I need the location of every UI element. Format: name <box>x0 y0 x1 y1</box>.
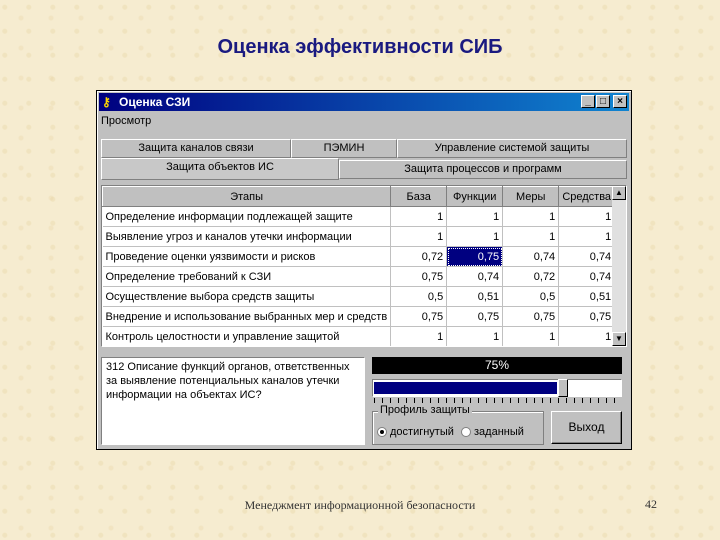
column-header-tools[interactable]: Средства <box>558 186 616 207</box>
table-row[interactable]: Контроль целостности и управление защито… <box>102 326 616 346</box>
slide-title: Оценка эффективности СИБ <box>217 36 503 58</box>
tab-process-protection[interactable]: Защита процессов и программ <box>339 160 627 179</box>
value-cell[interactable]: 1 <box>502 226 560 247</box>
value-cell[interactable]: 1 <box>446 326 504 346</box>
stage-cell[interactable]: Проведение оценки уязвимости и рисков <box>102 246 392 267</box>
radio-achieved-label: достигнутый <box>390 426 454 438</box>
table-row[interactable]: Определение требований к СЗИ 0,75 0,74 0… <box>102 266 616 287</box>
slider-ticks <box>374 398 620 403</box>
close-button[interactable]: × <box>613 95 627 108</box>
value-cell[interactable]: 0,74 <box>558 246 616 267</box>
selected-value-cell[interactable]: 0,75 <box>446 246 504 267</box>
menu-view[interactable]: Просмотр <box>101 113 151 129</box>
value-cell[interactable]: 0,72 <box>390 246 448 267</box>
radio-on-icon[interactable] <box>377 427 387 438</box>
column-header-stages[interactable]: Этапы <box>102 186 392 207</box>
vertical-scrollbar[interactable]: ▲ ▼ <box>612 186 626 346</box>
window-titlebar[interactable]: ⚷ Оценка СЗИ _ □ × <box>99 93 629 111</box>
value-cell[interactable]: 0,72 <box>502 266 560 287</box>
tab-pemin[interactable]: ПЭМИН <box>291 139 397 158</box>
value-cell[interactable]: 1 <box>558 206 616 227</box>
value-cell[interactable]: 0,75 <box>558 306 616 327</box>
tab-channel-protection[interactable]: Защита каналов связи <box>101 139 291 158</box>
value-cell[interactable]: 0,51 <box>558 286 616 307</box>
radio-specified-label: заданный <box>474 426 524 438</box>
stage-cell[interactable]: Определение информации подлежащей защите <box>102 206 392 227</box>
value-cell[interactable]: 1 <box>446 206 504 227</box>
table-row[interactable]: Определение информации подлежащей защите… <box>102 206 616 227</box>
value-cell[interactable]: 1 <box>390 206 448 227</box>
maximize-button[interactable]: □ <box>596 95 610 108</box>
progress-bar: 75% <box>372 357 622 374</box>
table-row[interactable]: Осуществление выбора средств защиты 0,5 … <box>102 286 616 307</box>
table-row[interactable]: Проведение оценки уязвимости и рисков 0,… <box>102 246 616 267</box>
radio-off-icon[interactable] <box>461 427 471 438</box>
value-cell[interactable]: 1 <box>446 226 504 247</box>
level-slider[interactable] <box>372 379 622 397</box>
value-cell[interactable]: 1 <box>502 206 560 227</box>
scroll-down-icon[interactable]: ▼ <box>612 332 626 346</box>
value-cell[interactable]: 0,74 <box>446 266 504 287</box>
exit-button[interactable]: Выход <box>551 411 622 444</box>
page-number: 42 <box>645 497 657 511</box>
tab-system-management[interactable]: Управление системой защиты <box>397 139 627 158</box>
question-description: 312 Описание функций органов, ответствен… <box>101 357 365 445</box>
value-cell[interactable]: 1 <box>558 226 616 247</box>
stage-cell[interactable]: Осуществление выбора средств защиты <box>102 286 392 307</box>
column-header-measures[interactable]: Меры <box>502 186 560 207</box>
value-cell[interactable]: 1 <box>390 226 448 247</box>
table-row[interactable]: Внедрение и использование выбранных мер … <box>102 306 616 327</box>
value-cell[interactable]: 0,5 <box>502 286 560 307</box>
column-header-base[interactable]: База <box>390 186 448 207</box>
value-cell[interactable]: 0,74 <box>558 266 616 287</box>
value-cell[interactable]: 0,75 <box>390 266 448 287</box>
column-header-functions[interactable]: Функции <box>446 186 504 207</box>
stage-cell[interactable]: Внедрение и использование выбранных мер … <box>102 306 392 327</box>
stages-grid[interactable]: Этапы База Функции Меры Средства Определ… <box>101 185 627 347</box>
stage-cell[interactable]: Определение требований к СЗИ <box>102 266 392 287</box>
radio-specified[interactable]: заданный <box>461 425 524 439</box>
window-title: Оценка СЗИ <box>119 95 191 109</box>
value-cell[interactable]: 0,75 <box>502 306 560 327</box>
table-row[interactable]: Выявление угроз и каналов утечки информа… <box>102 226 616 247</box>
value-cell[interactable]: 0,75 <box>446 306 504 327</box>
protection-profile-group: Профиль защиты достигнутый заданный <box>372 404 544 445</box>
slide-footer: Менеджмент информационной безопасности <box>244 498 476 512</box>
value-cell[interactable]: 0,51 <box>446 286 504 307</box>
app-window: ⚷ Оценка СЗИ _ □ × Просмотр Защита канал… <box>96 90 632 450</box>
value-cell[interactable]: 0,74 <box>502 246 560 267</box>
minimize-button[interactable]: _ <box>581 95 595 108</box>
tab-object-protection[interactable]: Защита объектов ИС <box>101 158 339 180</box>
value-cell[interactable]: 0,75 <box>390 306 448 327</box>
key-icon: ⚷ <box>102 95 111 109</box>
progress-label: 75% <box>484 358 510 372</box>
slider-fill <box>374 382 557 394</box>
value-cell[interactable]: 1 <box>558 326 616 346</box>
stage-cell[interactable]: Выявление угроз и каналов утечки информа… <box>102 226 392 247</box>
value-cell[interactable]: 0,5 <box>390 286 448 307</box>
value-cell[interactable]: 1 <box>502 326 560 346</box>
value-cell[interactable]: 1 <box>390 326 448 346</box>
scroll-up-icon[interactable]: ▲ <box>612 186 626 200</box>
protection-profile-label: Профиль защиты <box>378 404 472 416</box>
slider-thumb[interactable] <box>558 379 568 397</box>
radio-achieved[interactable]: достигнутый <box>377 425 454 439</box>
stage-cell[interactable]: Контроль целостности и управление защито… <box>102 326 392 346</box>
